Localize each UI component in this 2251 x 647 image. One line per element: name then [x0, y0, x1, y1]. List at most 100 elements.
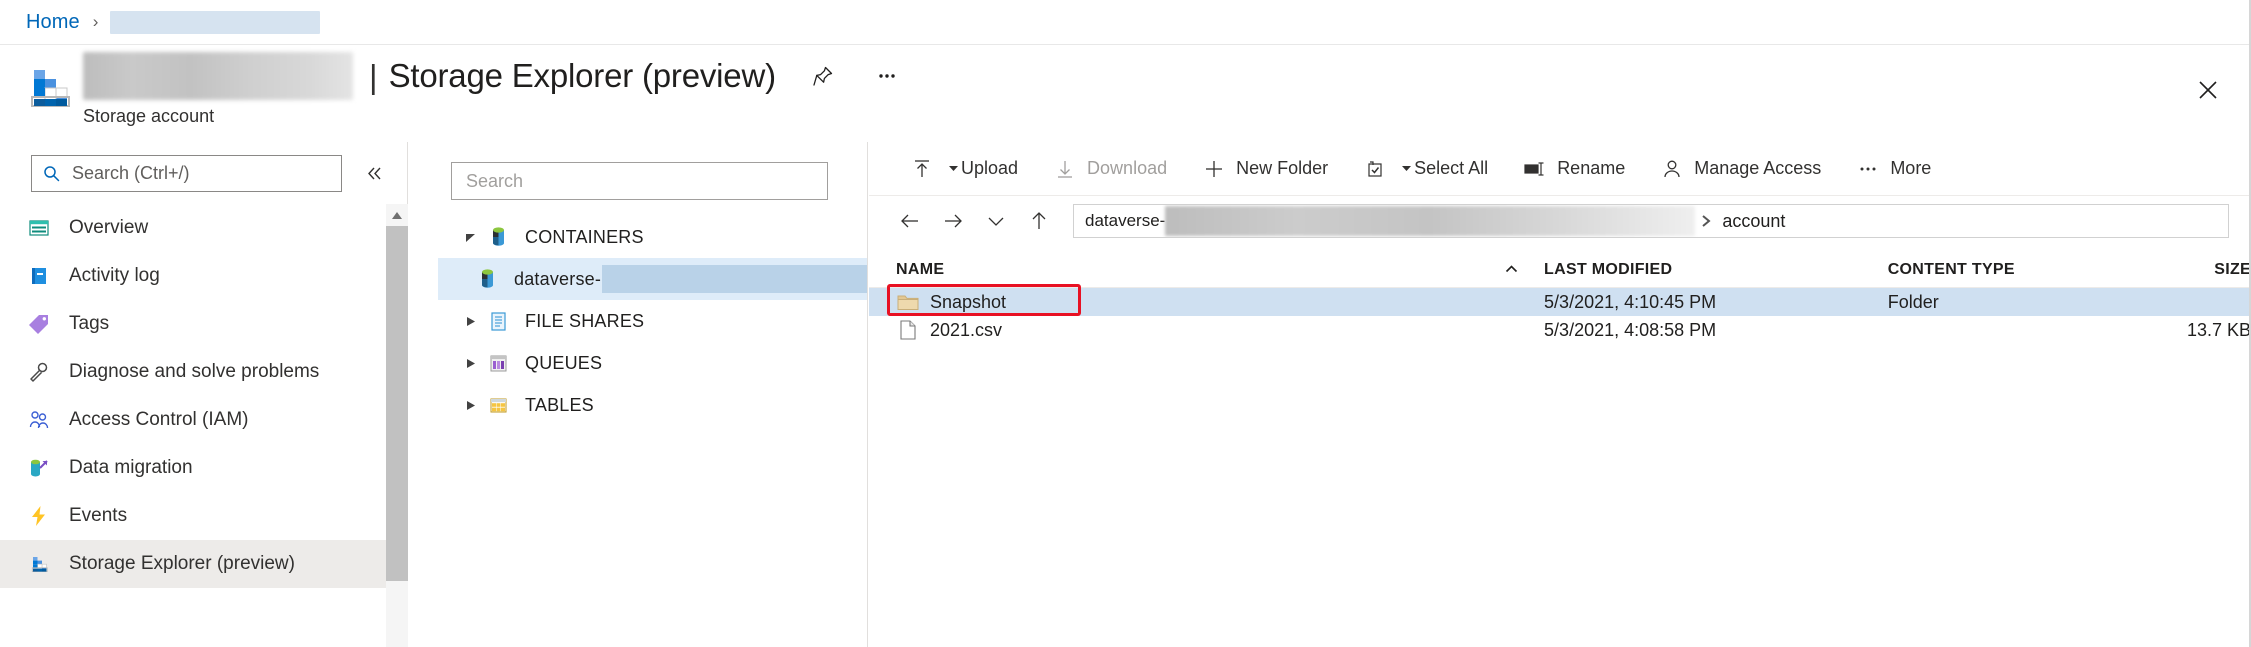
toolbar-button-label: Upload: [961, 158, 1019, 178]
storage-account-icon: [23, 59, 75, 111]
tree-node-label: QUEUES: [525, 352, 603, 373]
tree-search-box[interactable]: [451, 162, 828, 200]
tree-node-queues[interactable]: QUEUES: [438, 342, 867, 384]
forward-button[interactable]: [934, 202, 972, 240]
tree-node-label: CONTAINERS: [525, 226, 644, 247]
address-bar-row: dataverse- account: [869, 196, 2249, 246]
file-name-cell[interactable]: 2021.csv: [896, 318, 1505, 342]
sidebar-nav-list: Overview Activity log Tags Diagnose and …: [0, 204, 407, 588]
sidebar-item-events[interactable]: Events: [0, 492, 407, 540]
file-icon: [896, 318, 920, 342]
page-title: Storage Explorer (preview): [388, 57, 776, 94]
plus-icon: [1201, 156, 1227, 182]
upload-button[interactable]: Upload: [896, 149, 1031, 189]
sidebar-item-access-control[interactable]: Access Control (IAM): [0, 396, 407, 444]
page-header: | Storage Explorer (preview) Storage acc…: [0, 46, 2249, 142]
container-icon: [485, 225, 510, 250]
scroll-up-arrow-icon[interactable]: [386, 204, 408, 226]
sidebar-scrollbar[interactable]: [386, 204, 408, 647]
column-header-content-type[interactable]: CONTENT TYPE: [1888, 261, 2133, 279]
sidebar-item-diagnose[interactable]: Diagnose and solve problems: [0, 348, 407, 396]
lightning-icon: [26, 503, 52, 529]
twisty-collapsed-icon[interactable]: [455, 316, 485, 327]
tree-node-tables[interactable]: TABLES: [438, 384, 867, 426]
tree-list: CONTAINERS dataverse- FILE SHARES QUEUES…: [438, 216, 867, 426]
download-button[interactable]: Download: [1039, 149, 1180, 189]
tree-node-file-shares[interactable]: FILE SHARES: [438, 300, 867, 342]
table-row[interactable]: 2021.csv 5/3/2021, 4:08:58 PM 13.7 KB: [869, 316, 2251, 344]
resource-name-redacted: [83, 52, 353, 100]
history-dropdown-button[interactable]: [977, 202, 1015, 240]
close-icon[interactable]: [2187, 69, 2229, 111]
breadcrumb-resource-redacted[interactable]: [110, 10, 321, 34]
twisty-collapsed-icon[interactable]: [455, 358, 485, 369]
rename-button[interactable]: Rename: [1509, 149, 1638, 189]
left-sidebar: Overview Activity log: [0, 142, 408, 647]
toolbar-button-label: More: [1890, 158, 1932, 178]
ellipsis-icon[interactable]: [870, 59, 904, 93]
chevron-right-icon: [1701, 214, 1712, 228]
overview-icon: [26, 215, 52, 241]
table-icon: [485, 393, 510, 418]
file-share-icon: [485, 309, 510, 334]
sort-caret-up-icon[interactable]: [1505, 265, 1544, 274]
page-title-row: | Storage Explorer (preview): [83, 52, 904, 100]
main-content: Upload Download New Folder Select All Re…: [869, 142, 2251, 647]
twisty-collapsed-icon[interactable]: [455, 400, 485, 411]
blob-toolbar: Upload Download New Folder Select All Re…: [869, 142, 2249, 196]
sidebar-item-label: Activity log: [69, 265, 160, 286]
content-type-cell: Folder: [1887, 291, 1939, 312]
back-button[interactable]: [891, 202, 929, 240]
wrench-icon: [26, 359, 52, 385]
ellipsis-icon: [1855, 156, 1881, 182]
file-name-cell[interactable]: Snapshot: [887, 284, 1505, 316]
caret-down-icon[interactable]: [949, 165, 958, 172]
chevron-double-left-icon[interactable]: [359, 159, 389, 189]
manage-access-button[interactable]: Manage Access: [1646, 149, 1834, 189]
sidebar-item-storage-explorer[interactable]: Storage Explorer (preview): [0, 540, 407, 588]
sidebar-item-activity-log[interactable]: Activity log: [0, 252, 407, 300]
search-box[interactable]: [31, 155, 342, 192]
file-name-label: Snapshot: [930, 291, 1007, 312]
storage-tree-panel: CONTAINERS dataverse-: [438, 142, 868, 647]
container-icon: [474, 267, 499, 292]
pin-icon[interactable]: [806, 59, 840, 93]
tree-node-dataverse-container[interactable]: dataverse-: [438, 258, 867, 300]
sidebar-item-label: Events: [69, 505, 128, 526]
tree-node-containers[interactable]: CONTAINERS: [438, 216, 867, 258]
twisty-expanded-icon[interactable]: [455, 232, 485, 243]
toolbar-button-label: New Folder: [1236, 158, 1329, 178]
scrollbar-thumb[interactable]: [386, 226, 408, 581]
caret-down-icon[interactable]: [1402, 165, 1412, 172]
sidebar-item-tags[interactable]: Tags: [0, 300, 407, 348]
last-modified-cell: 5/3/2021, 4:10:45 PM: [1544, 291, 1717, 312]
column-header-last-modified[interactable]: LAST MODIFIED: [1544, 261, 1888, 279]
breadcrumb-home-link[interactable]: Home: [26, 11, 80, 34]
select-all-icon: [1362, 156, 1388, 182]
column-header-name[interactable]: NAME: [896, 261, 1505, 279]
sidebar-item-label: Storage Explorer (preview): [69, 553, 295, 574]
sidebar-item-overview[interactable]: Overview: [0, 204, 407, 252]
column-header-size[interactable]: SIZE: [2133, 261, 2249, 279]
up-button[interactable]: [1020, 202, 1058, 240]
activity-log-icon: [26, 263, 52, 289]
address-container-label: dataverse-: [1085, 211, 1166, 230]
breadcrumb: Home ›: [0, 0, 2249, 45]
address-folder-label[interactable]: account: [1722, 211, 1785, 232]
sidebar-item-label: Data migration: [69, 457, 193, 478]
new-folder-button[interactable]: New Folder: [1188, 149, 1341, 189]
table-row[interactable]: Snapshot 5/3/2021, 4:10:45 PM Folder: [869, 284, 2249, 316]
tree-search-input[interactable]: [464, 169, 814, 193]
size-cell: 13.7 KB: [2186, 319, 2251, 340]
tree-node-name-redacted: [602, 265, 867, 293]
search-input[interactable]: [70, 162, 325, 185]
path-address-bar[interactable]: dataverse- account: [1073, 204, 2229, 238]
more-button[interactable]: More: [1842, 149, 1944, 189]
select-all-button[interactable]: Select All: [1349, 149, 1501, 189]
tree-node-label: FILE SHARES: [525, 310, 645, 331]
sidebar-item-label: Tags: [69, 313, 110, 334]
upload-icon: [909, 156, 935, 182]
sidebar-item-label: Diagnose and solve problems: [69, 361, 320, 382]
sidebar-item-label: Access Control (IAM): [69, 409, 249, 430]
sidebar-item-data-migration[interactable]: Data migration: [0, 444, 407, 492]
